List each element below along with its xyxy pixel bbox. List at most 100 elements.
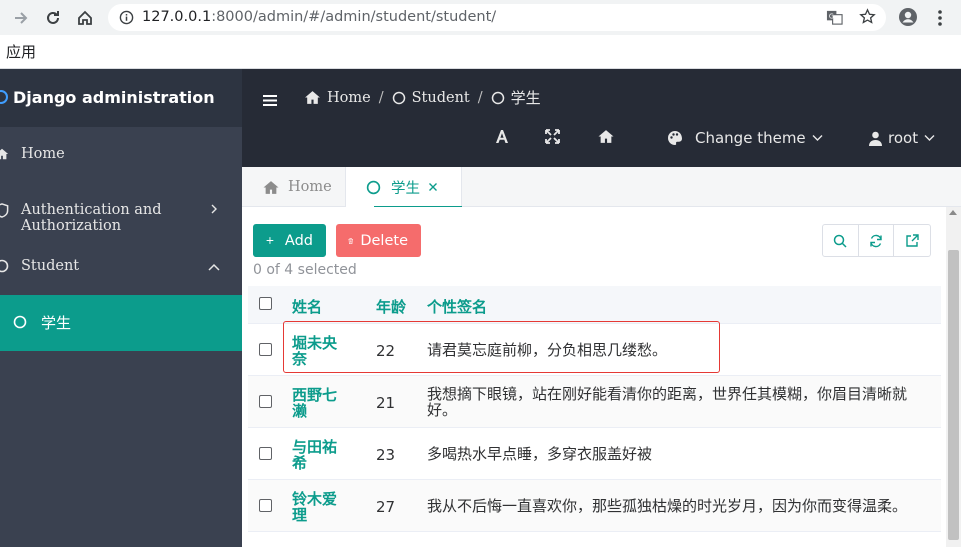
sidebar-item-label: 学生 <box>41 314 72 332</box>
main-content: Add Delete 0 of 4 selected 姓名 年龄 个性签名 堀未… <box>242 207 946 547</box>
trash-icon <box>348 237 353 244</box>
brand: Django administration <box>0 69 242 127</box>
home-icon[interactable] <box>74 7 96 29</box>
row-checkbox[interactable] <box>259 499 272 512</box>
more-icon[interactable] <box>934 9 946 31</box>
fullscreen-icon[interactable] <box>545 129 560 144</box>
search-icon[interactable] <box>823 225 859 256</box>
student-age: 23 <box>376 446 396 464</box>
chevron-right-icon <box>209 203 219 219</box>
selection-count: 0 of 4 selected <box>253 262 357 278</box>
logo-icon <box>0 90 8 104</box>
circle-icon <box>366 180 381 194</box>
plus-icon <box>266 237 274 244</box>
address-bar[interactable]: 127.0.0.1:8000/admin/#/admin/student/stu… <box>108 4 886 31</box>
table-row[interactable]: 堀未央奈 22 请君莫忘庭前柳，分负相思几缕愁。 <box>248 324 941 376</box>
home-icon <box>0 147 9 165</box>
row-checkbox[interactable] <box>259 447 272 460</box>
user-icon <box>869 131 882 146</box>
add-label: Add <box>284 232 313 249</box>
close-icon[interactable] <box>428 182 438 192</box>
student-name-link[interactable]: 堀未央奈 <box>292 335 348 367</box>
column-header-name[interactable]: 姓名 <box>292 296 322 317</box>
row-checkbox[interactable] <box>259 395 272 408</box>
forward-icon[interactable] <box>10 7 32 29</box>
sidebar-item-label: Home <box>21 146 65 162</box>
info-icon[interactable] <box>119 10 134 29</box>
student-signature: 我从不后悔一直喜欢你，那些孤独枯燥的时光岁月，因为你而变得温柔。 <box>427 497 908 515</box>
breadcrumb-current: 学生 <box>510 89 541 107</box>
bookmark-apps[interactable]: 应用 <box>6 41 36 62</box>
home-icon <box>305 91 320 104</box>
change-theme-label: Change theme <box>695 129 806 147</box>
student-age: 22 <box>376 342 396 360</box>
sidebar-item-auth[interactable]: Authentication and Authorization <box>0 183 242 239</box>
circle-icon <box>13 315 27 333</box>
scrollbar-thumb[interactable] <box>948 250 959 540</box>
brand-title: Django administration <box>13 88 215 107</box>
delete-label: Delete <box>360 232 408 249</box>
refresh-icon[interactable] <box>859 225 895 256</box>
breadcrumb-separator: / <box>477 89 483 106</box>
student-age: 21 <box>376 394 396 412</box>
home-icon[interactable] <box>597 129 615 144</box>
student-signature: 我想摘下眼镜，站在刚好能看清你的距离，世界任其模糊，你眉目清晰就好。 <box>427 385 908 419</box>
breadcrumb: Home / Student / 学生 <box>304 87 541 108</box>
table-row[interactable]: 与田祐希 23 多喝热水早点睡，多穿衣服盖好被 <box>248 428 941 480</box>
top-header: Home / Student / 学生 Change theme root <box>242 69 961 167</box>
circle-icon <box>0 259 9 277</box>
breadcrumb-student[interactable]: Student <box>412 90 470 106</box>
chevron-up-icon <box>207 260 221 276</box>
palette-icon <box>668 131 682 145</box>
student-signature: 多喝热水早点睡，多穿衣服盖好被 <box>427 445 653 463</box>
circle-icon <box>392 91 405 104</box>
chevron-down-icon <box>924 135 935 141</box>
home-icon <box>263 180 279 194</box>
user-name: root <box>888 129 919 147</box>
table-header: 姓名 年龄 个性签名 <box>248 286 941 324</box>
bookmarks-bar: 应用 <box>0 35 961 69</box>
table-row[interactable]: 西野七濑 21 我想摘下眼镜，站在刚好能看清你的距离，世界任其模糊，你眉目清晰就… <box>248 376 941 428</box>
row-checkbox[interactable] <box>259 343 272 356</box>
browser-toolbar: 127.0.0.1:8000/admin/#/admin/student/stu… <box>0 0 961 35</box>
select-all-checkbox[interactable] <box>259 297 272 310</box>
chevron-down-icon <box>812 135 823 141</box>
tab-label: Home <box>288 179 332 195</box>
scroll-up-arrow[interactable] <box>949 210 957 215</box>
column-header-age[interactable]: 年龄 <box>376 296 406 317</box>
tab-xuesheng[interactable]: 学生 <box>345 167 462 208</box>
change-theme-menu[interactable]: Change theme <box>667 129 823 147</box>
profile-icon[interactable] <box>898 7 918 31</box>
add-button[interactable]: Add <box>253 224 326 257</box>
tab-home[interactable]: Home <box>262 167 332 207</box>
column-header-signature[interactable]: 个性签名 <box>427 296 487 317</box>
shield-icon <box>0 203 9 222</box>
export-icon[interactable] <box>894 225 930 256</box>
data-table: 姓名 年龄 个性签名 堀未央奈 22 请君莫忘庭前柳，分负相思几缕愁。 西野七濑… <box>248 286 941 532</box>
translate-icon[interactable]: G <box>826 9 843 30</box>
sidebar-item-home[interactable]: Home <box>0 127 242 183</box>
url-text: 127.0.0.1:8000/admin/#/admin/student/stu… <box>142 9 497 25</box>
sidebar-item-label: Student <box>21 258 80 274</box>
reload-icon[interactable] <box>42 7 64 29</box>
breadcrumb-home[interactable]: Home <box>327 90 371 106</box>
star-icon[interactable] <box>859 8 876 29</box>
student-name-link[interactable]: 西野七濑 <box>292 387 348 419</box>
menu-icon[interactable] <box>263 92 277 111</box>
student-name-link[interactable]: 与田祐希 <box>292 439 348 471</box>
sidebar-item-xuesheng[interactable]: 学生 <box>0 295 242 351</box>
breadcrumb-separator: / <box>378 89 384 106</box>
table-row[interactable]: 铃木爱理 27 我从不后悔一直喜欢你，那些孤独枯燥的时光岁月，因为你而变得温柔。 <box>248 480 941 532</box>
sidebar: Django administration Home Authenticatio… <box>0 69 242 547</box>
student-name-link[interactable]: 铃木爱理 <box>292 491 348 523</box>
sidebar-item-student[interactable]: Student <box>0 239 242 295</box>
delete-button[interactable]: Delete <box>336 224 421 257</box>
table-tools <box>822 224 931 257</box>
student-age: 27 <box>376 498 396 516</box>
student-signature: 请君莫忘庭前柳，分负相思几缕愁。 <box>427 341 668 359</box>
tab-label: 学生 <box>391 180 420 197</box>
user-menu[interactable]: root <box>869 129 935 147</box>
svg-text:G: G <box>829 12 834 20</box>
tab-bar: Home 学生 <box>242 167 961 208</box>
font-size-icon[interactable] <box>495 129 509 144</box>
